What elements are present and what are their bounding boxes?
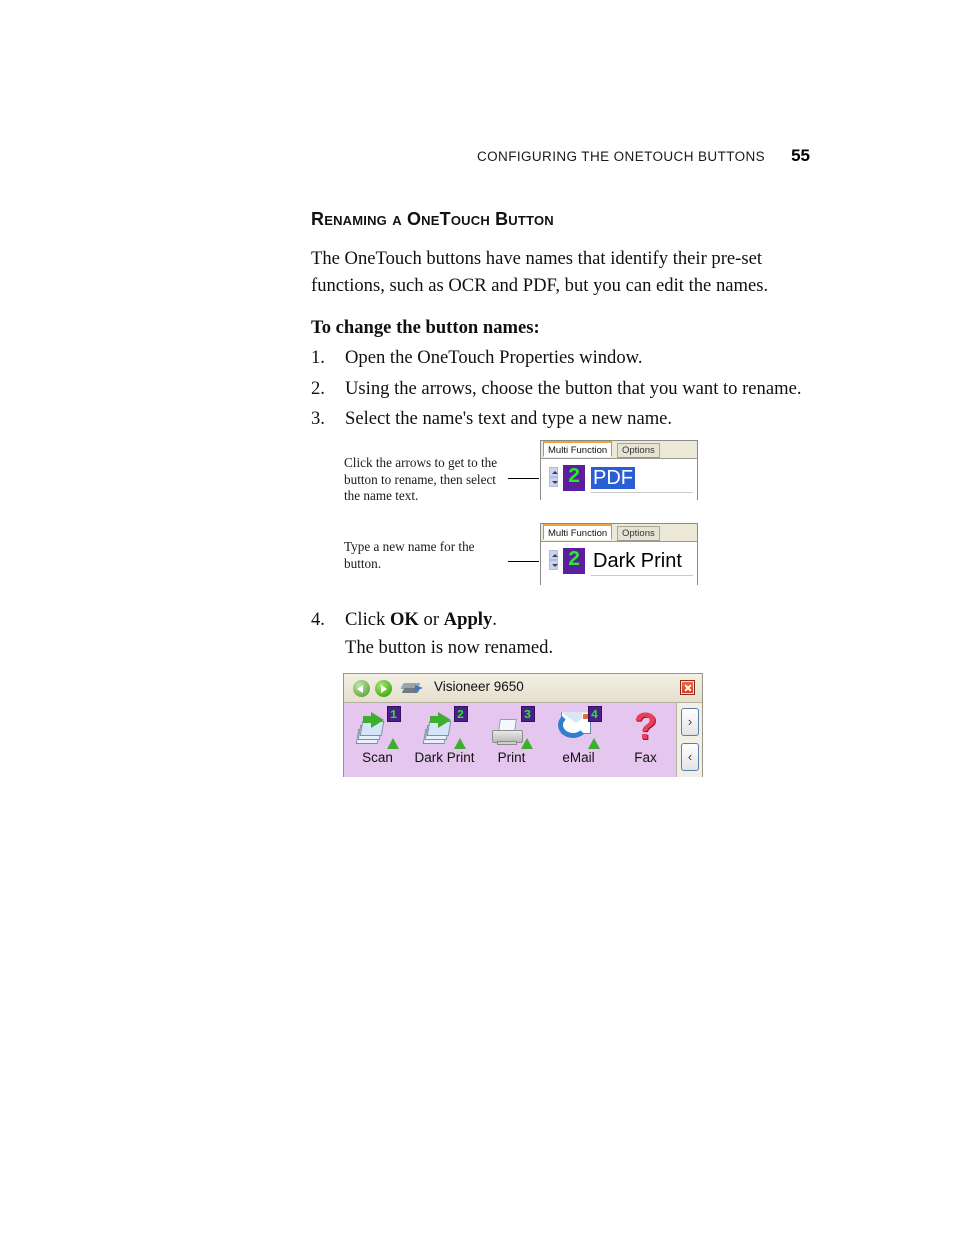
step-number: 4. (311, 609, 325, 630)
button-label: eMail (562, 750, 595, 765)
section-heading: Renaming a OneTouch Button (311, 209, 554, 229)
dialog-tabstrip: Multi Function Options (541, 524, 697, 542)
onetouch-button-print[interactable]: 3 Print (478, 703, 545, 777)
list-item: 1. Open the OneTouch Properties window. (311, 344, 831, 371)
scanner-icon (400, 683, 424, 695)
callout-type-name: Type a new name for the button. (344, 539, 475, 571)
onetouch-button-panel: Visioneer 9650 1 Scan 2 Dark Print 3 Pri… (343, 673, 703, 777)
printer-tray (496, 741, 517, 745)
button-badge: 4 (587, 706, 602, 722)
step-text-after: . (492, 609, 497, 630)
arrow-head-shape (437, 712, 451, 728)
step-text: Select the name's text and type a new na… (345, 408, 673, 429)
panel-button-bar: 1 Scan 2 Dark Print 3 Print 4 eMail ? Fa… (344, 703, 702, 777)
panel-scroll-buttons: › ‹ (676, 703, 702, 777)
tab-options[interactable]: Options (617, 443, 660, 458)
step-text-middle: or (418, 609, 444, 630)
scan-icon: 1 (355, 706, 401, 750)
scroll-next-button[interactable]: › (681, 708, 699, 736)
button-name-value[interactable]: PDF (591, 467, 635, 489)
running-header: Configuring the OneTouch Buttons 55 (305, 146, 810, 166)
dialog-body: 2 PDF (541, 459, 697, 503)
scroll-prev-button[interactable]: ‹ (681, 743, 699, 771)
dialog-tabstrip: Multi Function Options (541, 441, 697, 459)
button-number-stepper[interactable] (549, 467, 558, 489)
panel-titlebar: Visioneer 9650 (344, 674, 702, 703)
button-name-field[interactable]: Dark Print (591, 548, 693, 576)
list-item: 2. Using the arrows, choose the button t… (311, 375, 831, 402)
swirl-arc (557, 712, 588, 738)
scan-icon: 2 (422, 706, 468, 750)
button-name-field[interactable]: PDF (591, 465, 693, 493)
printer-icon: 3 (489, 706, 535, 750)
tab-multi-function[interactable]: Multi Function (543, 524, 613, 540)
stepper-down-icon[interactable] (549, 477, 558, 487)
button-label: Scan (362, 750, 393, 765)
properties-dialog-dark-print: Multi Function Options 2 Dark Print (540, 523, 698, 588)
tab-multi-function[interactable]: Multi Function (543, 441, 613, 457)
button-badge: 1 (386, 706, 401, 722)
printer-shape (491, 719, 524, 745)
button-badge: 3 (520, 706, 535, 722)
scanner-beam (415, 685, 423, 691)
green-hook-icon (520, 738, 533, 749)
green-hook-icon (587, 738, 600, 749)
step-number: 3. (311, 408, 325, 429)
button-label: Dark Print (414, 750, 475, 765)
step-text: Using the arrows, choose the button that… (345, 378, 802, 399)
step-number: 1. (311, 347, 325, 368)
back-arrow-icon[interactable] (353, 680, 370, 697)
tab-options[interactable]: Options (617, 526, 660, 541)
button-number-display: 2 (563, 465, 585, 491)
properties-dialog-pdf: Multi Function Options 2 PDF (540, 440, 698, 503)
lead-in-text: To change the button names: (311, 317, 540, 338)
button-name-value[interactable]: Dark Print (591, 550, 684, 572)
button-number-display: 2 (563, 548, 585, 574)
ok-label: OK (389, 609, 419, 630)
onetouch-button-email[interactable]: 4 eMail (545, 703, 612, 777)
stepper-up-icon[interactable] (549, 467, 558, 477)
button-number-stepper[interactable] (549, 550, 558, 572)
header-title: Configuring the OneTouch Buttons (477, 149, 766, 164)
dialog-body: 2 Dark Print (541, 542, 697, 588)
page-number: 55 (791, 146, 810, 165)
step-text-before: Click (345, 609, 390, 630)
arrow-head-shape (370, 712, 384, 728)
close-icon[interactable] (680, 680, 695, 695)
list-item: 4. Click OK or Apply. (311, 606, 831, 633)
stepper-down-icon[interactable] (549, 560, 558, 570)
step-number: 2. (311, 378, 325, 399)
question-mark-glyph: ? (633, 706, 658, 748)
forward-arrow-icon[interactable] (375, 680, 392, 697)
email-icon: 4 (556, 706, 602, 750)
green-hook-icon (453, 738, 466, 749)
callout-select-name: Click the arrows to get to the button to… (344, 455, 498, 503)
green-hook-icon (386, 738, 399, 749)
button-badge: 2 (453, 706, 468, 722)
stepper-up-icon[interactable] (549, 550, 558, 560)
apply-label: Apply (443, 609, 493, 630)
step-text: Click OK or Apply. (345, 606, 831, 633)
button-label: Print (497, 750, 526, 765)
refresh-arrows-shape (557, 712, 588, 738)
intro-paragraph: The OneTouch buttons have names that ide… (311, 248, 769, 296)
list-item: 3. Select the name's text and type a new… (311, 405, 831, 432)
button-label: Fax (634, 750, 657, 765)
step-text: Open the OneTouch Properties window. (345, 347, 643, 368)
onetouch-button-dark-print[interactable]: 2 Dark Print (411, 703, 478, 777)
panel-title: Visioneer 9650 (434, 679, 524, 694)
onetouch-button-fax[interactable]: ? Fax (612, 703, 679, 777)
onetouch-button-scan[interactable]: 1 Scan (344, 703, 411, 777)
step-note: The button is now renamed. (345, 637, 554, 658)
question-mark-icon: ? (623, 706, 669, 750)
